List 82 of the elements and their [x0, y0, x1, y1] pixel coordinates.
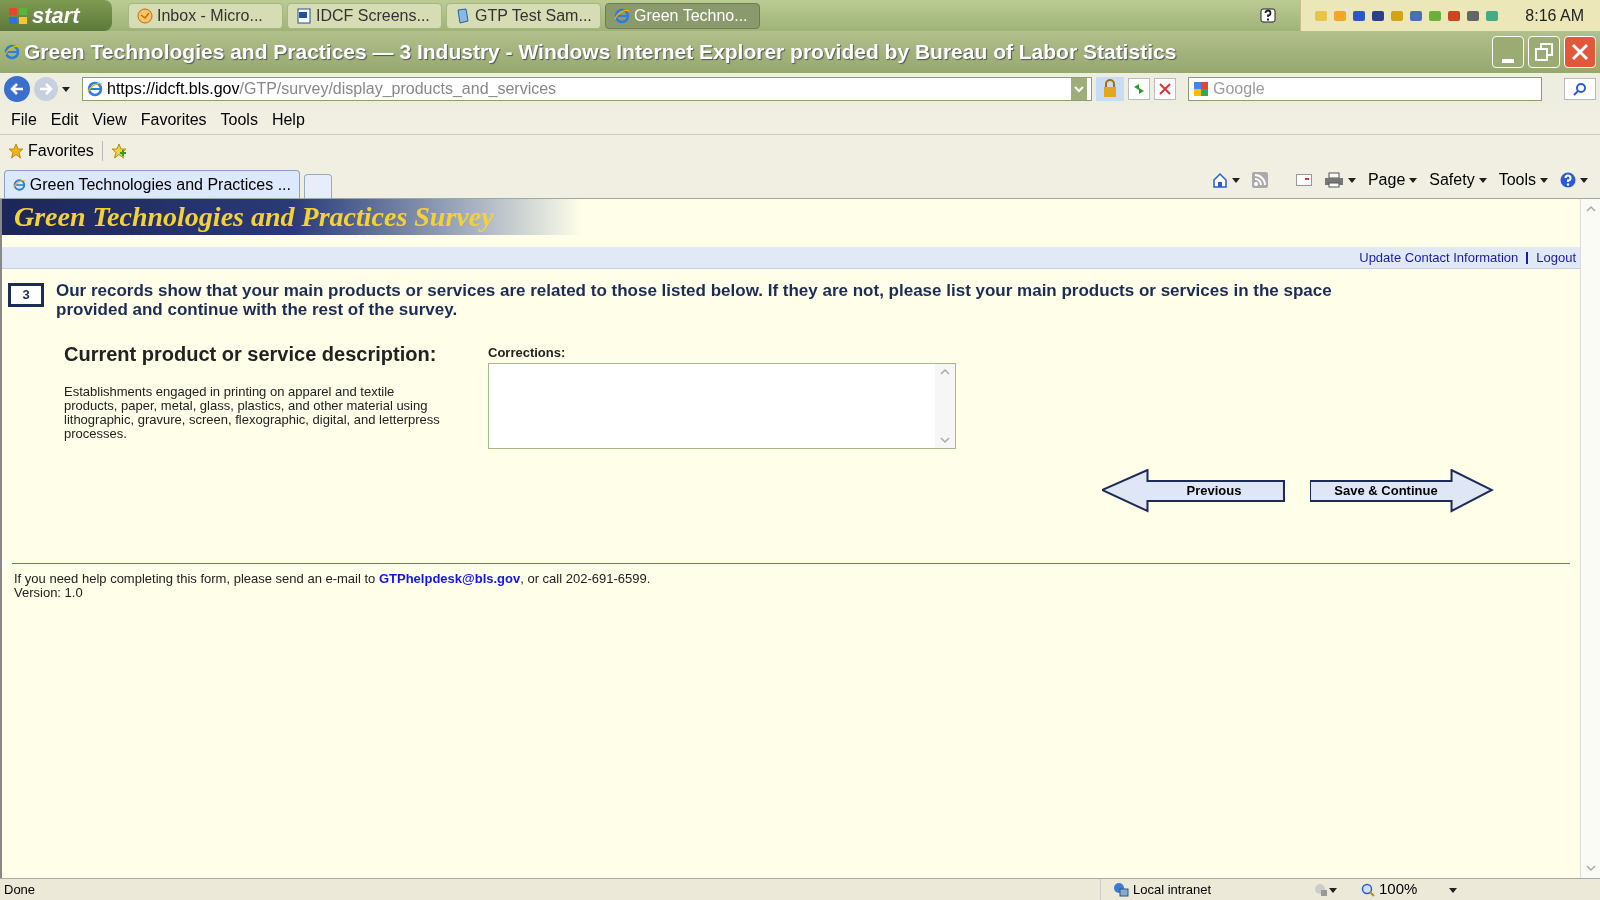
corrections-label: Corrections: — [488, 344, 567, 362]
home-icon[interactable] — [1211, 172, 1228, 188]
zone-text: Local intranet — [1133, 880, 1213, 899]
windows-logo-icon — [8, 5, 28, 26]
command-button[interactable]: Tools — [1498, 168, 1548, 192]
caret-icon — [1409, 176, 1418, 184]
scrollbar[interactable] — [1580, 199, 1600, 878]
menu-item[interactable]: Favorites — [133, 107, 214, 132]
document-icon — [455, 7, 471, 24]
version-text: Version: 1.0 — [14, 585, 83, 600]
browser-tab[interactable]: Green Technologies and Practices ... — [4, 170, 300, 198]
email-link[interactable]: GTPhelpdesk@bls.gov — [378, 570, 521, 586]
question-number: 3 — [8, 283, 44, 307]
restore-button[interactable] — [1528, 36, 1560, 68]
taskbar-button[interactable]: GTP Test Sam... — [446, 2, 601, 29]
restore-icon — [1534, 42, 1554, 62]
taskbar-button[interactable]: IDCF Screens... — [287, 2, 442, 29]
address-field[interactable]: https://idcft.bls.gov/GTP/survey/display_products_and_services — [82, 77, 1092, 101]
menu-item[interactable]: Edit — [43, 107, 86, 132]
search-icon — [1573, 82, 1587, 96]
help-icon — [1260, 7, 1276, 24]
search-engine-icon — [1193, 81, 1209, 97]
caret-icon — [1478, 176, 1487, 184]
ie-icon — [4, 44, 20, 60]
globe-icon — [1113, 881, 1129, 898]
close-icon — [1570, 42, 1590, 62]
minimize-icon — [1502, 59, 1514, 63]
menu-item[interactable]: Help — [264, 107, 312, 132]
lock-icon — [1096, 77, 1124, 101]
clock: 8:16 AM — [1525, 5, 1584, 26]
ie-icon — [87, 81, 103, 97]
question-text: Our records show that your main products or services are related to those listed below. If they are not, please list your main products or services in the space provided and continue with the rest of the survey. — [56, 281, 1333, 319]
refresh-icon — [1132, 82, 1146, 96]
header-link[interactable]: Logout — [1536, 247, 1576, 268]
menu-item[interactable]: Tools — [213, 107, 265, 132]
header-link[interactable]: Update Contact Information — [1359, 247, 1519, 268]
caret-icon — [1329, 885, 1337, 894]
zoom-level[interactable]: 100% — [1379, 878, 1449, 900]
back-arrow-icon — [9, 81, 25, 97]
ie-icon — [13, 176, 26, 193]
forward-arrow-icon — [38, 81, 54, 97]
command-button[interactable]: Safety — [1429, 168, 1487, 192]
close-icon — [1159, 83, 1171, 95]
security-icon — [1313, 881, 1329, 898]
caret-icon — [1580, 176, 1588, 184]
document-icon — [296, 7, 312, 24]
back-button[interactable] — [4, 76, 30, 102]
search-button[interactable] — [1564, 78, 1596, 100]
corrections-field[interactable] — [488, 362, 956, 449]
caret-icon — [1231, 176, 1240, 184]
caret-icon — [62, 85, 70, 93]
window-title: Green Technologies and Practices — 3 Industry - Windows Internet Explorer provided by Bureau of Labor Statistics — [24, 39, 1177, 66]
description-heading: Current product or service description: — [64, 342, 438, 367]
refresh-button[interactable] — [1128, 78, 1150, 100]
caret-icon — [1540, 176, 1548, 184]
description-text: Establishments engaged in printing on apparel and textile products, paper, metal, glass, plastics, and other material using lithographic, gravure, screen, flexographic, digital, and letterpress processes. — [64, 385, 441, 441]
caret-icon — [1347, 176, 1356, 184]
help-text: If you need help completing this form, please send an e-mail to GTPhelpdesk@bls.gov, or call 202-691-6599. — [14, 571, 652, 586]
status-text: Done — [3, 880, 37, 899]
command-button[interactable]: Page — [1367, 168, 1418, 192]
printer-icon[interactable] — [1323, 172, 1344, 188]
ie-icon — [614, 7, 630, 24]
mail-icon[interactable] — [1295, 174, 1312, 186]
help-icon[interactable] — [1560, 172, 1576, 188]
caret-icon — [1449, 885, 1457, 894]
dropdown-icon[interactable] — [1071, 78, 1087, 100]
previous-button[interactable]: Previous — [1102, 468, 1286, 513]
taskbar-button[interactable]: Inbox - Micro... — [128, 2, 283, 29]
feed-icon[interactable] — [1251, 172, 1268, 188]
save-continue-button[interactable]: Save & Continue — [1310, 468, 1494, 513]
close-button[interactable] — [1564, 36, 1596, 68]
scroll-down-icon[interactable] — [1584, 862, 1597, 874]
stop-button[interactable] — [1154, 78, 1176, 100]
menu-item[interactable]: File — [4, 107, 44, 132]
new-tab-button[interactable] — [304, 174, 332, 198]
menu-item[interactable]: View — [85, 107, 134, 132]
minimize-button[interactable] — [1492, 36, 1524, 68]
start-button[interactable]: start — [0, 0, 112, 31]
zoom-icon — [1361, 882, 1375, 897]
add-favorite-icon[interactable] — [110, 143, 127, 159]
favorites-button[interactable]: Favorites — [8, 139, 94, 163]
star-icon — [8, 143, 24, 159]
